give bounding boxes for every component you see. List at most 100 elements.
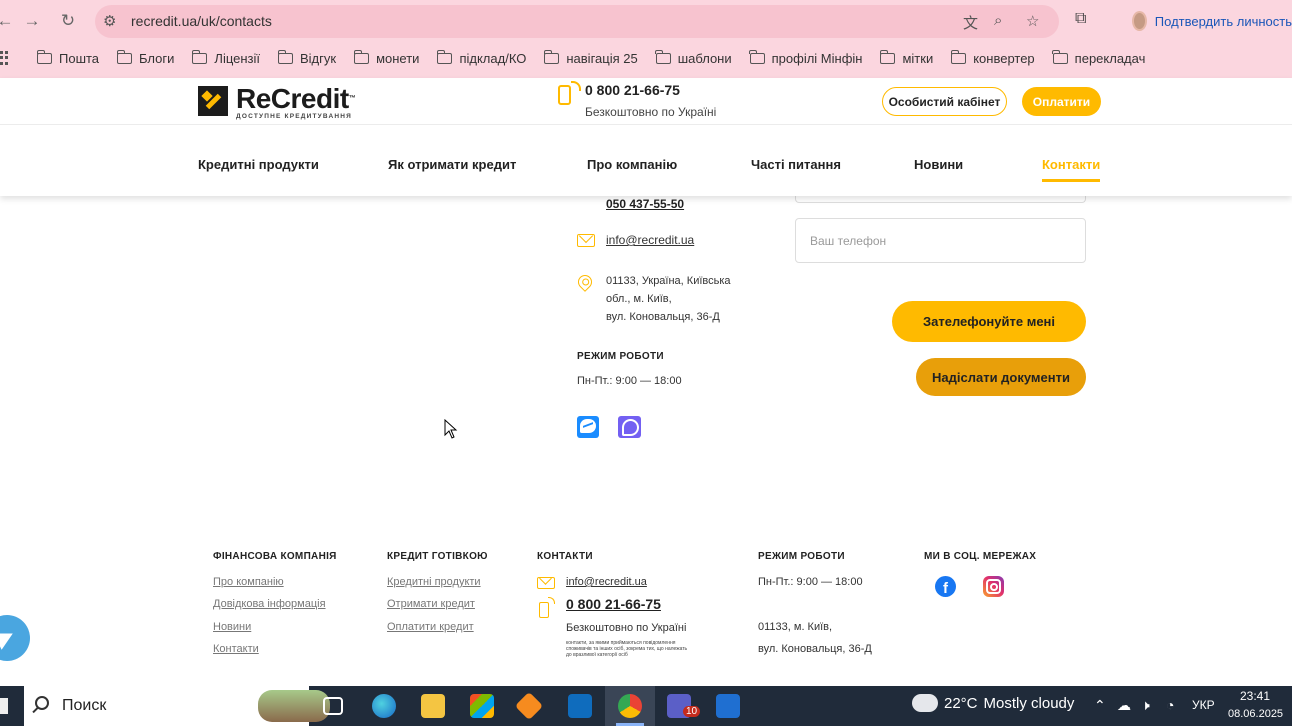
translate-icon[interactable]: 文 bbox=[963, 12, 978, 33]
phone-icon bbox=[558, 81, 581, 105]
forward-icon[interactable]: → bbox=[19, 8, 45, 34]
folder-icon bbox=[543, 49, 560, 64]
reload-icon[interactable]: ↻ bbox=[55, 8, 81, 34]
bookmark-item[interactable]: профілі Мінфін bbox=[741, 49, 872, 66]
clock-date[interactable]: 08.06.2025 bbox=[1228, 708, 1283, 720]
bookmark-item[interactable]: Пошта bbox=[8, 49, 108, 66]
footer-phone-link[interactable]: 0 800 21-66-75 bbox=[566, 596, 661, 612]
clock-time[interactable]: 23:41 bbox=[1240, 689, 1270, 703]
edge-icon[interactable] bbox=[372, 694, 396, 718]
send-documents-button[interactable]: Надіслати документи bbox=[916, 358, 1086, 396]
taskbar-search[interactable]: Поиск bbox=[24, 686, 330, 726]
nav-faq[interactable]: Часті питання bbox=[751, 157, 841, 172]
volume-icon[interactable]: 🕨 bbox=[1141, 697, 1150, 714]
footer-link[interactable]: Про компанію bbox=[213, 576, 284, 588]
apps-icon[interactable] bbox=[0, 51, 8, 65]
folder-icon bbox=[191, 49, 208, 64]
nav-about[interactable]: Про компанію bbox=[587, 157, 677, 172]
contact-address: 01133, Україна, Київська обл., м. Київ, … bbox=[606, 275, 731, 323]
footer-hours-title: РЕЖИМ РОБОТИ bbox=[758, 551, 845, 562]
tray-chevron-icon[interactable]: ⌃ bbox=[1094, 697, 1106, 714]
bookmark-item[interactable]: перекладач bbox=[1044, 49, 1155, 66]
zoom-icon[interactable]: ⌕ bbox=[994, 12, 1002, 29]
app-window-icon[interactable] bbox=[716, 694, 740, 718]
mail-icon bbox=[537, 577, 555, 589]
taskbar: Поиск 10 22°C Mostly cloudy ⌃ ☁ 🕨 ◔ УКР … bbox=[0, 686, 1292, 726]
bookmark-item[interactable]: навігація 25 bbox=[535, 49, 646, 66]
footer-address-line: вул. Коновальця, 36-Д bbox=[758, 643, 872, 655]
task-view-icon[interactable] bbox=[323, 697, 343, 715]
file-explorer-icon[interactable] bbox=[421, 694, 445, 718]
footer-link[interactable]: Довідкова інформація bbox=[213, 598, 326, 610]
call-me-button[interactable]: Зателефонуйте мені bbox=[892, 301, 1086, 342]
footer-social-title: МИ В СОЦ. МЕРЕЖАХ bbox=[924, 551, 1037, 562]
chrome-icon[interactable] bbox=[618, 694, 642, 718]
nav-credit-products[interactable]: Кредитні продукти bbox=[198, 157, 319, 172]
pay-button[interactable]: Оплатити bbox=[1022, 87, 1101, 116]
extensions-icon[interactable]: ⧉ bbox=[1075, 10, 1086, 28]
facebook-icon[interactable]: f bbox=[935, 576, 956, 597]
telegram-icon[interactable] bbox=[0, 615, 30, 661]
logo-name: ReCredit bbox=[236, 83, 349, 114]
bookmark-item[interactable]: Відгук bbox=[269, 49, 345, 66]
store-icon[interactable] bbox=[470, 694, 494, 718]
messenger-icon[interactable] bbox=[577, 416, 599, 438]
contact-email-link[interactable]: info@recredit.ua bbox=[606, 233, 694, 247]
folder-icon bbox=[1052, 49, 1068, 64]
onedrive-icon[interactable]: ☁ bbox=[1117, 697, 1131, 714]
bookmark-item[interactable]: конвертер bbox=[942, 49, 1043, 66]
bookmark-item[interactable]: Блоги bbox=[108, 49, 183, 66]
folder-icon bbox=[277, 49, 293, 64]
folder-icon bbox=[879, 49, 896, 64]
footer-contacts-title: КОНТАКТИ bbox=[537, 551, 593, 562]
divider bbox=[0, 124, 1292, 125]
nav-contacts[interactable]: Контакти bbox=[1042, 157, 1101, 182]
bookmarks-bar: Пошта Блоги Ліцензії Відгук монети підкл… bbox=[0, 47, 1292, 69]
search-icon bbox=[35, 696, 49, 710]
outlook-icon[interactable] bbox=[568, 694, 592, 718]
footer-link[interactable]: Новини bbox=[213, 621, 251, 633]
folder-icon bbox=[436, 49, 453, 64]
footer-link[interactable]: Кредитні продукти bbox=[387, 576, 481, 588]
folder-icon bbox=[36, 49, 52, 64]
bookmark-item[interactable]: монети bbox=[345, 49, 428, 66]
weather-widget[interactable]: 22°C Mostly cloudy bbox=[909, 688, 1074, 712]
profile-label: Подтвердить личность bbox=[1154, 13, 1292, 29]
back-icon[interactable]: ← bbox=[0, 8, 18, 34]
viber-icon[interactable] bbox=[618, 416, 641, 438]
footer-link[interactable]: Оплатити кредит bbox=[387, 621, 474, 633]
footer-link[interactable]: Отримати кредит bbox=[387, 598, 475, 610]
network-icon[interactable]: ◔ bbox=[1166, 697, 1174, 713]
bookmark-item[interactable]: шаблони bbox=[647, 49, 741, 66]
sublime-icon[interactable] bbox=[514, 691, 544, 721]
nav-news[interactable]: Новини bbox=[914, 157, 963, 172]
bookmark-star-icon[interactable]: ☆ bbox=[1026, 12, 1039, 30]
contact-phone-link[interactable]: 050 437-55-50 bbox=[606, 197, 684, 211]
avatar bbox=[1132, 11, 1147, 31]
header-phone-note: Безкоштовно по Україні bbox=[585, 105, 717, 119]
url-text[interactable]: recredit.ua/uk/contacts bbox=[131, 13, 272, 29]
header-phone[interactable]: 0 800 21-66-75 bbox=[585, 82, 680, 98]
footer-email-link[interactable]: info@recredit.ua bbox=[566, 576, 647, 588]
address-bar[interactable]: ⚙ recredit.ua/uk/contacts 文 ⌕ ☆ bbox=[95, 5, 1059, 38]
logo-tm: ™ bbox=[348, 95, 356, 102]
start-icon[interactable] bbox=[0, 698, 8, 714]
bookmark-item[interactable]: мітки bbox=[871, 49, 942, 66]
search-text: Поиск bbox=[62, 697, 107, 714]
footer-contacts-note: контакти, за якими приймаються повідомле… bbox=[566, 640, 688, 658]
footer-link[interactable]: Контакти bbox=[213, 643, 259, 655]
cloud-icon bbox=[909, 688, 938, 712]
mail-icon bbox=[577, 234, 595, 247]
language-indicator[interactable]: УКР bbox=[1192, 698, 1215, 712]
hours-text: Пн-Пт.: 9:00 — 18:00 bbox=[577, 375, 682, 387]
cabinet-button[interactable]: Особистий кабінет bbox=[882, 87, 1007, 116]
nav-how-to-get-credit[interactable]: Як отримати кредит bbox=[388, 157, 516, 172]
recredit-logo-icon bbox=[198, 86, 228, 116]
bookmark-item[interactable]: підклад/КО bbox=[428, 49, 535, 66]
instagram-icon[interactable] bbox=[983, 576, 1004, 597]
phone-input[interactable] bbox=[795, 218, 1086, 263]
bookmark-item[interactable]: Ліцензії bbox=[183, 49, 269, 66]
site-logo[interactable]: ReCredit™ ДОСТУПНЕ КРЕДИТУВАННЯ bbox=[198, 83, 356, 120]
profile-button[interactable]: Подтвердить личность bbox=[1124, 6, 1292, 36]
site-info-icon[interactable]: ⚙ bbox=[103, 12, 116, 30]
